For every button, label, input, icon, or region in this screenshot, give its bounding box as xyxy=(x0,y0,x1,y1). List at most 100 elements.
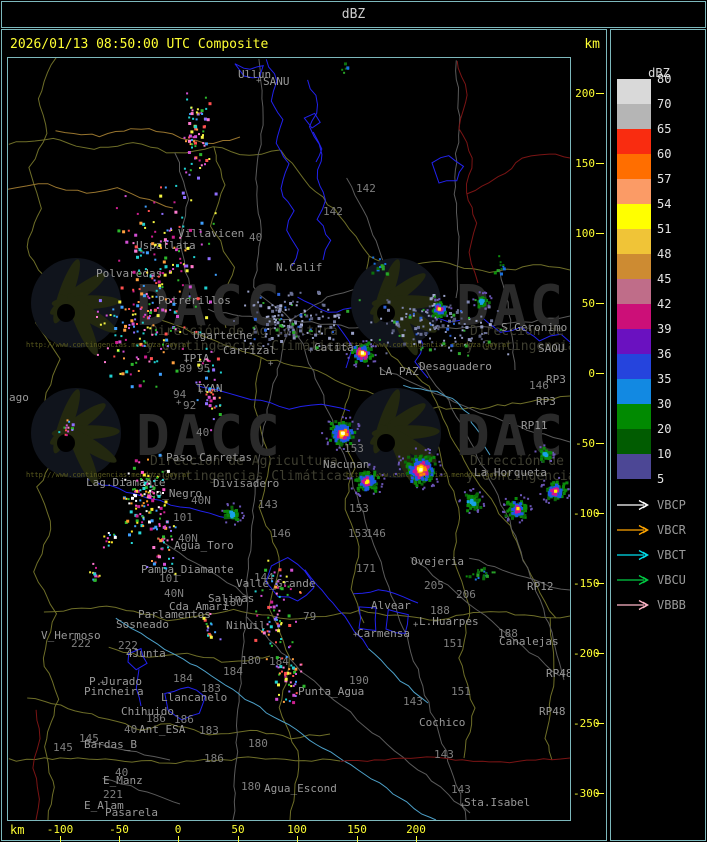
y-axis-tick-label: -50 xyxy=(575,437,595,450)
vector-label: VBBB xyxy=(657,598,686,612)
y-axis-tick-mark xyxy=(596,373,604,374)
place-label: S.Geronimo xyxy=(501,321,567,334)
map-number-label: 151 xyxy=(443,637,463,650)
x-axis-tick-label: 200 xyxy=(406,823,426,836)
map-number-label: 40 xyxy=(196,426,209,439)
map-number-label: 153 xyxy=(344,442,364,455)
x-axis-tick-label: -50 xyxy=(109,823,129,836)
colorbar-tick-label: 48 xyxy=(657,247,672,261)
map-line-tan xyxy=(55,128,241,145)
place-label: RP12 xyxy=(527,580,554,593)
map-number-label: 186 xyxy=(146,712,166,725)
map-number-label: 183 xyxy=(199,724,219,737)
place-label: Nihuil xyxy=(226,619,266,632)
place-label: Paso_Carretas xyxy=(166,451,252,464)
map-line-gray xyxy=(469,557,570,591)
x-axis-tick-mark xyxy=(238,836,239,842)
place-label: Divisadero xyxy=(213,477,279,490)
map-line-gray xyxy=(174,152,191,289)
vector-legend-row: VBCT xyxy=(611,548,707,562)
map-number-label: 151 xyxy=(451,685,471,698)
colorbar-tick-label: 45 xyxy=(657,272,672,286)
map-number-label: 40 xyxy=(249,231,262,244)
colorbar-swatch xyxy=(617,79,651,104)
y-axis-tick-mark xyxy=(596,583,604,584)
colorbar-swatch xyxy=(617,229,651,254)
colorbar-swatch xyxy=(617,404,651,429)
colorbar-swatch xyxy=(617,104,651,129)
colorbar-tick-label: 39 xyxy=(657,322,672,336)
colorbar-swatch xyxy=(617,179,651,204)
map-number-label: 143 xyxy=(258,498,278,511)
place-label: Ugarteche xyxy=(193,329,253,342)
colorbar-tick-label: 51 xyxy=(657,222,672,236)
map-number-label: 153 xyxy=(349,502,369,515)
station-marker: + xyxy=(176,398,182,408)
x-axis-unit-label: km xyxy=(10,823,25,837)
map-line-olive xyxy=(280,149,557,619)
place-label: Carmensa xyxy=(357,627,410,640)
vector-arrow-icon xyxy=(617,599,649,611)
radar-app-window: dBZ 2026/01/13 08:50:00 UTC Composite km… xyxy=(0,0,707,842)
map-number-label: 180 xyxy=(241,654,261,667)
place-label: Carrizal xyxy=(223,344,276,357)
map-number-label: 40 xyxy=(124,723,137,736)
map-number-label: 180 xyxy=(223,596,243,609)
map-number-label: 186 xyxy=(174,713,194,726)
map-line-red xyxy=(466,153,570,195)
x-axis-tick-label: -100 xyxy=(46,823,74,836)
y-axis-tick-mark xyxy=(596,163,604,164)
map-number-label: 188 xyxy=(430,604,450,617)
y-axis-tick-mark xyxy=(596,233,604,234)
station-marker: + xyxy=(100,678,106,688)
map-number-label: 145 xyxy=(79,732,99,745)
colorbar-tick-label: 57 xyxy=(657,172,672,186)
vector-arrow-icon xyxy=(617,549,649,561)
x-axis-tick-mark xyxy=(119,836,120,842)
map-line-blue xyxy=(307,79,332,261)
place-label: Potrerillos xyxy=(158,294,231,307)
vector-arrow-icon xyxy=(617,574,649,586)
station-marker: + xyxy=(460,801,466,811)
map-line-tan xyxy=(8,183,174,209)
timestamp-label: 2026/01/13 08:50:00 UTC Composite xyxy=(10,37,269,52)
vector-label: VBCP xyxy=(657,498,686,512)
vector-legend-row: VBCU xyxy=(611,573,707,587)
map-number-label: 146 xyxy=(366,527,386,540)
colorbar-swatch xyxy=(617,304,651,329)
map-number-label: 40N xyxy=(191,494,211,507)
map-number-label: 222 xyxy=(71,637,91,650)
y-axis-tick-label: -150 xyxy=(573,577,600,590)
place-label: SANU xyxy=(263,75,290,88)
vector-label: VBCT xyxy=(657,548,686,562)
legend-panel: dBZ 80 70 65 60 57 54 51 48 45 42 39 36 35 30 20 10 5 VB… xyxy=(610,29,706,841)
y-axis-tick-label: -100 xyxy=(573,507,600,520)
place-label: Desaguadero xyxy=(419,360,492,373)
radar-echo-layer xyxy=(58,62,570,705)
dacc-watermark: DACCDirección de Agriculturay Contingenc… xyxy=(346,258,570,356)
map-number-label: 188 xyxy=(498,627,518,640)
place-label: Pincheira xyxy=(84,685,144,698)
colorbar-tick-label: 80 xyxy=(657,72,672,86)
place-label: Sta.Isabel xyxy=(464,796,530,809)
x-axis-tick-label: 0 xyxy=(174,823,182,836)
map-number-label: 222 xyxy=(118,639,138,652)
map-number-label: 79 xyxy=(303,610,316,623)
vector-legend-row: VBBB xyxy=(611,598,707,612)
y-axis-tick-label: 0 xyxy=(588,367,595,380)
map-line-blue xyxy=(265,59,299,267)
y-axis-tick-label: 200 xyxy=(575,87,595,100)
place-label: Agua_Escond xyxy=(264,782,337,795)
x-axis-tick-mark xyxy=(60,836,61,842)
y-axis-tick-label: -300 xyxy=(573,787,600,800)
place-label: Sosneado xyxy=(116,618,169,631)
place-label: La Horqueta xyxy=(474,466,547,479)
y-axis-tick-mark xyxy=(596,443,604,444)
x-axis-tick-mark xyxy=(297,836,298,842)
x-axis-tick-mark xyxy=(416,836,417,842)
station-marker: + xyxy=(413,620,419,630)
map-number-label: 171 xyxy=(356,562,376,575)
x-axis-tick-label: 150 xyxy=(347,823,367,836)
map-number-label: 145 xyxy=(53,741,73,754)
station-marker: + xyxy=(198,387,204,397)
